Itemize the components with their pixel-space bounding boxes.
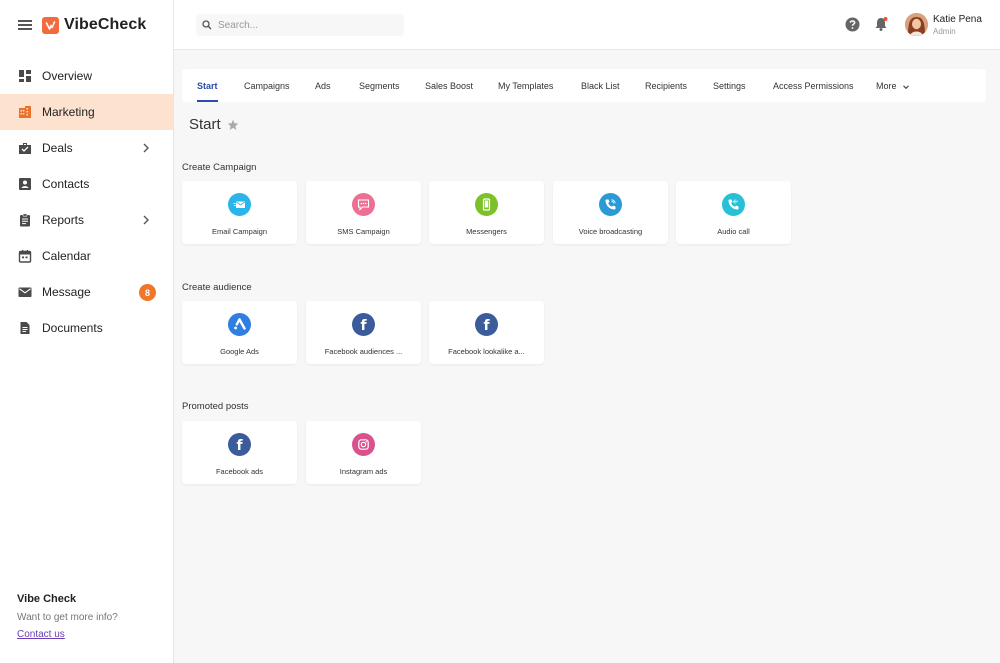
facebook-icon: f bbox=[228, 433, 251, 456]
search-input[interactable] bbox=[218, 19, 398, 31]
sidebar-nav: Overview Marketing Deals Contacts Report… bbox=[0, 58, 173, 346]
user-role: Admin bbox=[933, 27, 956, 36]
sidebar-item-documents[interactable]: Documents bbox=[0, 310, 173, 346]
email-campaign-card[interactable]: Email Campaign bbox=[182, 181, 297, 244]
card-label: Audio call bbox=[717, 227, 750, 236]
menu-icon[interactable] bbox=[18, 20, 32, 30]
tab-recipients[interactable]: Recipients bbox=[645, 69, 687, 102]
tab-bar: Start Campaigns Ads Segments Sales Boost… bbox=[182, 69, 986, 102]
sidebar-item-contacts[interactable]: Contacts bbox=[0, 166, 173, 202]
sidebar-footer-subtitle: Want to get more info? bbox=[17, 612, 118, 623]
instagram-ads-card[interactable]: Instagram ads bbox=[306, 421, 421, 484]
sms-campaign-card[interactable]: SMS Campaign bbox=[306, 181, 421, 244]
brand: VibeCheck bbox=[18, 14, 146, 36]
email-icon bbox=[228, 193, 251, 216]
sidebar-item-deals[interactable]: Deals bbox=[0, 130, 173, 166]
message-count-badge: 8 bbox=[139, 284, 156, 301]
section-title-create-campaign: Create Campaign bbox=[182, 162, 257, 173]
sidebar-item-label: Reports bbox=[42, 213, 85, 227]
tab-sales-boost[interactable]: Sales Boost bbox=[425, 69, 473, 102]
section-title-create-audience: Create audience bbox=[182, 282, 252, 293]
document-icon bbox=[18, 321, 32, 335]
mail-icon bbox=[18, 285, 32, 299]
help-icon[interactable] bbox=[845, 17, 860, 32]
page-title: Start bbox=[189, 116, 239, 133]
tab-campaigns[interactable]: Campaigns bbox=[244, 69, 290, 102]
audio-call-icon bbox=[722, 193, 745, 216]
briefcase-icon bbox=[18, 141, 32, 155]
facebook-ads-card[interactable]: f Facebook ads bbox=[182, 421, 297, 484]
sidebar-item-reports[interactable]: Reports bbox=[0, 202, 173, 238]
dashboard-icon bbox=[18, 69, 32, 83]
contact-card-icon bbox=[18, 177, 32, 191]
tab-more-label: More bbox=[876, 81, 897, 91]
tab-black-list[interactable]: Black List bbox=[581, 69, 620, 102]
voice-call-icon bbox=[599, 193, 622, 216]
top-bar: Katie Pena Admin bbox=[174, 0, 1000, 50]
search-icon bbox=[202, 20, 212, 30]
user-name: Katie Pena bbox=[933, 14, 982, 25]
sidebar-item-label: Overview bbox=[42, 69, 93, 83]
sidebar-item-label: Marketing bbox=[42, 105, 95, 119]
sidebar-item-label: Message bbox=[42, 285, 91, 299]
chevron-right-icon bbox=[143, 215, 149, 225]
calendar-icon bbox=[18, 249, 32, 263]
avatar[interactable] bbox=[905, 13, 928, 36]
section-title-promoted-posts: Promoted posts bbox=[182, 401, 249, 412]
logo-icon bbox=[42, 16, 59, 34]
sidebar-item-label: Contacts bbox=[42, 177, 90, 191]
star-icon[interactable] bbox=[227, 119, 239, 131]
facebook-audiences-card[interactable]: f Facebook audiences ... bbox=[306, 301, 421, 364]
card-label: Voice broadcasting bbox=[578, 227, 643, 236]
sidebar-item-label: Deals bbox=[42, 141, 73, 155]
audio-call-card[interactable]: Audio call bbox=[676, 181, 791, 244]
tab-start[interactable]: Start bbox=[197, 69, 218, 102]
facebook-lookalike-card[interactable]: f Facebook lookalike a... bbox=[429, 301, 544, 364]
sidebar-footer: Vibe Check Want to get more info? Contac… bbox=[17, 593, 118, 640]
card-label: Email Campaign bbox=[211, 227, 268, 236]
card-label: Instagram ads bbox=[339, 467, 388, 476]
tab-segments[interactable]: Segments bbox=[359, 69, 400, 102]
voice-broadcasting-card[interactable]: Voice broadcasting bbox=[553, 181, 668, 244]
sidebar-item-message[interactable]: Message 8 bbox=[0, 274, 173, 310]
sidebar-footer-title: Vibe Check bbox=[17, 593, 77, 605]
google-ads-card[interactable]: Google Ads bbox=[182, 301, 297, 364]
instagram-icon bbox=[352, 433, 375, 456]
brand-name: VibeCheck bbox=[64, 16, 147, 33]
building-icon bbox=[18, 105, 32, 119]
sidebar-item-label: Calendar bbox=[42, 249, 91, 263]
clipboard-icon bbox=[18, 213, 32, 227]
card-label: Facebook audiences ... bbox=[324, 347, 403, 356]
sidebar-item-calendar[interactable]: Calendar bbox=[0, 238, 173, 274]
google-ads-icon bbox=[228, 313, 251, 336]
tab-more[interactable]: More bbox=[876, 69, 910, 102]
card-label: SMS Campaign bbox=[337, 227, 390, 236]
page-title-text: Start bbox=[189, 116, 221, 133]
tab-my-templates[interactable]: My Templates bbox=[498, 69, 553, 102]
notification-bell-icon[interactable] bbox=[873, 16, 889, 32]
facebook-icon: f bbox=[475, 313, 498, 336]
messengers-card[interactable]: Messengers bbox=[429, 181, 544, 244]
card-label: Facebook ads bbox=[215, 467, 264, 476]
sidebar: VibeCheck Overview Marketing Deals Conta… bbox=[0, 0, 174, 663]
chevron-down-icon bbox=[903, 85, 909, 89]
card-label: Google Ads bbox=[220, 347, 259, 356]
tab-access-permissions[interactable]: Access Permissions bbox=[773, 69, 854, 102]
facebook-icon: f bbox=[352, 313, 375, 336]
card-label: Facebook lookalike a... bbox=[448, 347, 525, 356]
chevron-right-icon bbox=[143, 143, 149, 153]
search-box[interactable] bbox=[196, 14, 404, 36]
sidebar-item-overview[interactable]: Overview bbox=[0, 58, 173, 94]
phone-icon bbox=[475, 193, 498, 216]
sidebar-item-marketing[interactable]: Marketing bbox=[0, 94, 173, 130]
sidebar-item-label: Documents bbox=[42, 321, 103, 335]
sms-icon bbox=[352, 193, 375, 216]
card-label: Messengers bbox=[466, 227, 507, 236]
contact-us-link[interactable]: Contact us bbox=[17, 629, 118, 640]
tab-ads[interactable]: Ads bbox=[315, 69, 331, 102]
tab-settings[interactable]: Settings bbox=[713, 69, 746, 102]
